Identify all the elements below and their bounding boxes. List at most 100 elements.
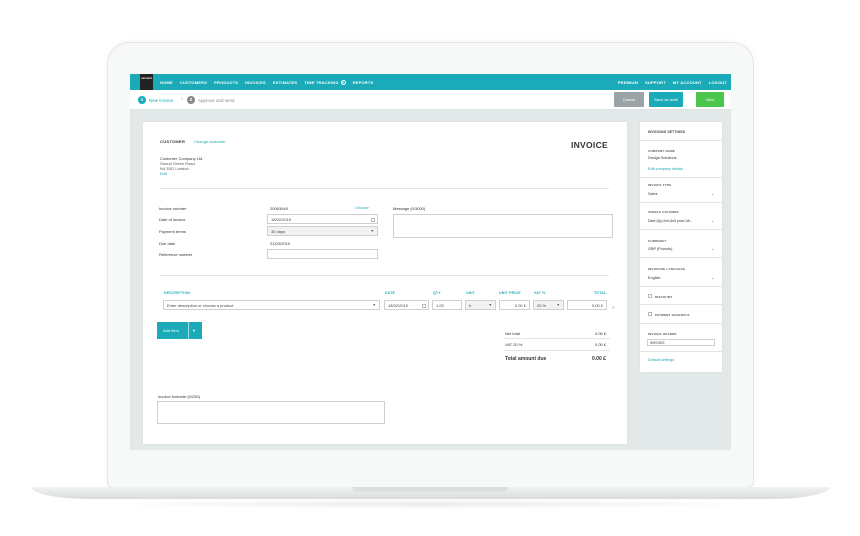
divider — [640, 257, 722, 258]
nav-premium[interactable]: PREMIUM — [618, 80, 638, 85]
divider — [504, 338, 610, 339]
col-vat: VAT % — [534, 291, 546, 295]
message-label: Message (0/3000) — [393, 206, 426, 211]
nav-products[interactable]: PRODUCTS — [214, 80, 238, 85]
nav-time-tracking[interactable]: TIME TRACKING + — [304, 79, 346, 85]
nav-my-account[interactable]: MY ACCOUNT — [673, 80, 702, 85]
settings-title: INVOICING SETTINGS — [648, 130, 686, 134]
payment-terms-select[interactable]: 30 days ▼ — [267, 226, 378, 236]
laptop-notch — [352, 487, 508, 492]
payment-schedule-checkbox[interactable] — [648, 312, 652, 316]
nav-support[interactable]: SUPPORT — [645, 80, 666, 85]
choose-link[interactable]: Choose — [355, 205, 369, 210]
change-customer-link[interactable]: Change customer — [194, 139, 226, 144]
step-new-invoice[interactable]: 1 New invoice — [138, 96, 173, 104]
stepper-bar: 1 New invoice › 2 Approve and send Cance… — [130, 90, 731, 110]
divider — [160, 275, 609, 276]
divider — [640, 229, 722, 230]
unit-price-input[interactable]: 0.00 £ — [499, 300, 530, 310]
divider — [640, 202, 722, 203]
caret-down-icon: ▼ — [556, 303, 560, 307]
divider — [640, 286, 722, 287]
add-item-button[interactable]: Add item ▼ — [157, 322, 202, 339]
invoice-title: INVOICE — [570, 140, 608, 150]
reference-input[interactable] — [267, 249, 378, 259]
company-name-value: Design Solutions — [648, 156, 677, 160]
nav-home[interactable]: HOME — [160, 80, 173, 85]
step2-number: 2 — [187, 96, 195, 104]
vat-total-label: VAT 20 % — [505, 342, 523, 347]
total-due-value: 0.00 £ — [592, 356, 606, 362]
invoice-date-input[interactable]: 18/02/2019 — [267, 214, 378, 224]
divider — [160, 188, 609, 189]
qty-input[interactable]: 1.00 — [432, 300, 462, 310]
footnote-textarea[interactable] — [157, 401, 385, 424]
content-area: CUSTOMER Change customer INVOICE Custome… — [130, 110, 731, 450]
save-draft-button[interactable]: Save as draft — [649, 92, 683, 107]
nav-estimates[interactable]: ESTIMATES — [273, 80, 297, 85]
step-approve-send[interactable]: 2 Approve and send — [187, 96, 235, 104]
discount-checkbox[interactable] — [648, 294, 652, 298]
step1-number: 1 — [138, 96, 146, 104]
default-settings-link[interactable]: Default settings — [648, 358, 674, 362]
currency-select[interactable]: GBP (Pounds) — [648, 247, 672, 251]
divider — [640, 177, 722, 178]
row-date-input[interactable]: 18/02/2019 — [384, 300, 429, 310]
invoice-header-input[interactable]: INVOICE — [647, 339, 715, 346]
col-unit-price: UNIT PRICE — [499, 291, 521, 295]
zervant-logo[interactable]: zervant — [140, 74, 153, 94]
nav-time-tracking-label: TIME TRACKING — [304, 79, 339, 85]
footnote-label: Invoice footnote (0/250) — [158, 394, 201, 399]
caret-down-icon: ▼ — [488, 303, 492, 307]
invoice-date-value: 18/02/2019 — [271, 217, 292, 222]
edit-company-link[interactable]: Edit company details — [648, 167, 683, 171]
step2-label: Approve and send — [198, 97, 235, 103]
divider — [640, 323, 722, 324]
invoice-card: CUSTOMER Change customer INVOICE Custome… — [143, 122, 627, 444]
customer-label: CUSTOMER — [160, 139, 186, 144]
chevron-down-icon[interactable]: ▼ — [192, 322, 196, 339]
company-name-label: COMPANY NAME — [648, 149, 676, 153]
due-date-label: Due date — [159, 241, 176, 246]
language-select[interactable]: English — [648, 276, 660, 280]
due-date-value: 21/03/2019 — [270, 241, 291, 246]
next-button[interactable]: Next — [696, 92, 724, 107]
nav-logout[interactable]: LOGOUT — [709, 80, 727, 85]
chevron-down-icon[interactable]: ⌄ — [711, 192, 714, 196]
language-label: INVOICING LANGUAGE — [648, 267, 686, 271]
nav-invoices[interactable]: INVOICES — [245, 80, 266, 85]
invoice-number-value: 20063049 — [270, 206, 288, 211]
vat-value: 20 % — [537, 303, 547, 308]
row-total: 0.00 £ — [567, 300, 607, 310]
invoice-type-select[interactable]: Sales — [648, 192, 658, 196]
close-icon[interactable]: × — [612, 305, 615, 310]
reference-label: Reference number — [159, 252, 193, 257]
chevron-down-icon[interactable]: ⌄ — [711, 276, 714, 280]
vat-select[interactable]: 20 % ▼ — [533, 300, 564, 310]
description-input[interactable]: Enter description or choose a product ▼ — [163, 300, 380, 310]
plus-circle-icon: + — [340, 79, 346, 85]
chevron-down-icon[interactable]: ⌄ — [711, 247, 714, 251]
discount-label: DISCOUNT — [655, 295, 673, 299]
unit-select[interactable]: h ▼ — [465, 300, 496, 310]
col-description: DESCRIPTION — [164, 291, 191, 295]
visible-columns-select[interactable]: Date,Qty,Unit,Unit price,VA... — [648, 219, 693, 223]
message-textarea[interactable] — [393, 214, 613, 238]
vat-total-value: 0.00 £ — [595, 342, 607, 347]
invoicing-settings-panel: INVOICING SETTINGS COMPANY NAME Design S… — [640, 122, 722, 372]
row-date-value: 18/02/2019 — [388, 303, 409, 308]
chevron-down-icon[interactable]: ⌄ — [711, 219, 714, 223]
net-total-label: Net total — [505, 331, 520, 336]
chevron-right-icon: › — [181, 96, 183, 102]
payment-terms-label: Payment terms — [159, 229, 186, 234]
net-total-value: 0.00 £ — [595, 331, 607, 336]
caret-down-icon: ▼ — [372, 303, 376, 307]
nav-reports[interactable]: REPORTS — [353, 80, 374, 85]
step1-label: New invoice — [149, 97, 174, 103]
nav-customers[interactable]: CUSTOMERS — [180, 80, 207, 85]
calendar-icon — [371, 217, 375, 222]
edit-customer-link[interactable]: Edit — [160, 171, 167, 176]
cancel-button[interactable]: Cancel — [614, 92, 644, 107]
description-placeholder: Enter description or choose a product — [167, 303, 234, 308]
payment-terms-value: 30 days — [271, 229, 286, 234]
